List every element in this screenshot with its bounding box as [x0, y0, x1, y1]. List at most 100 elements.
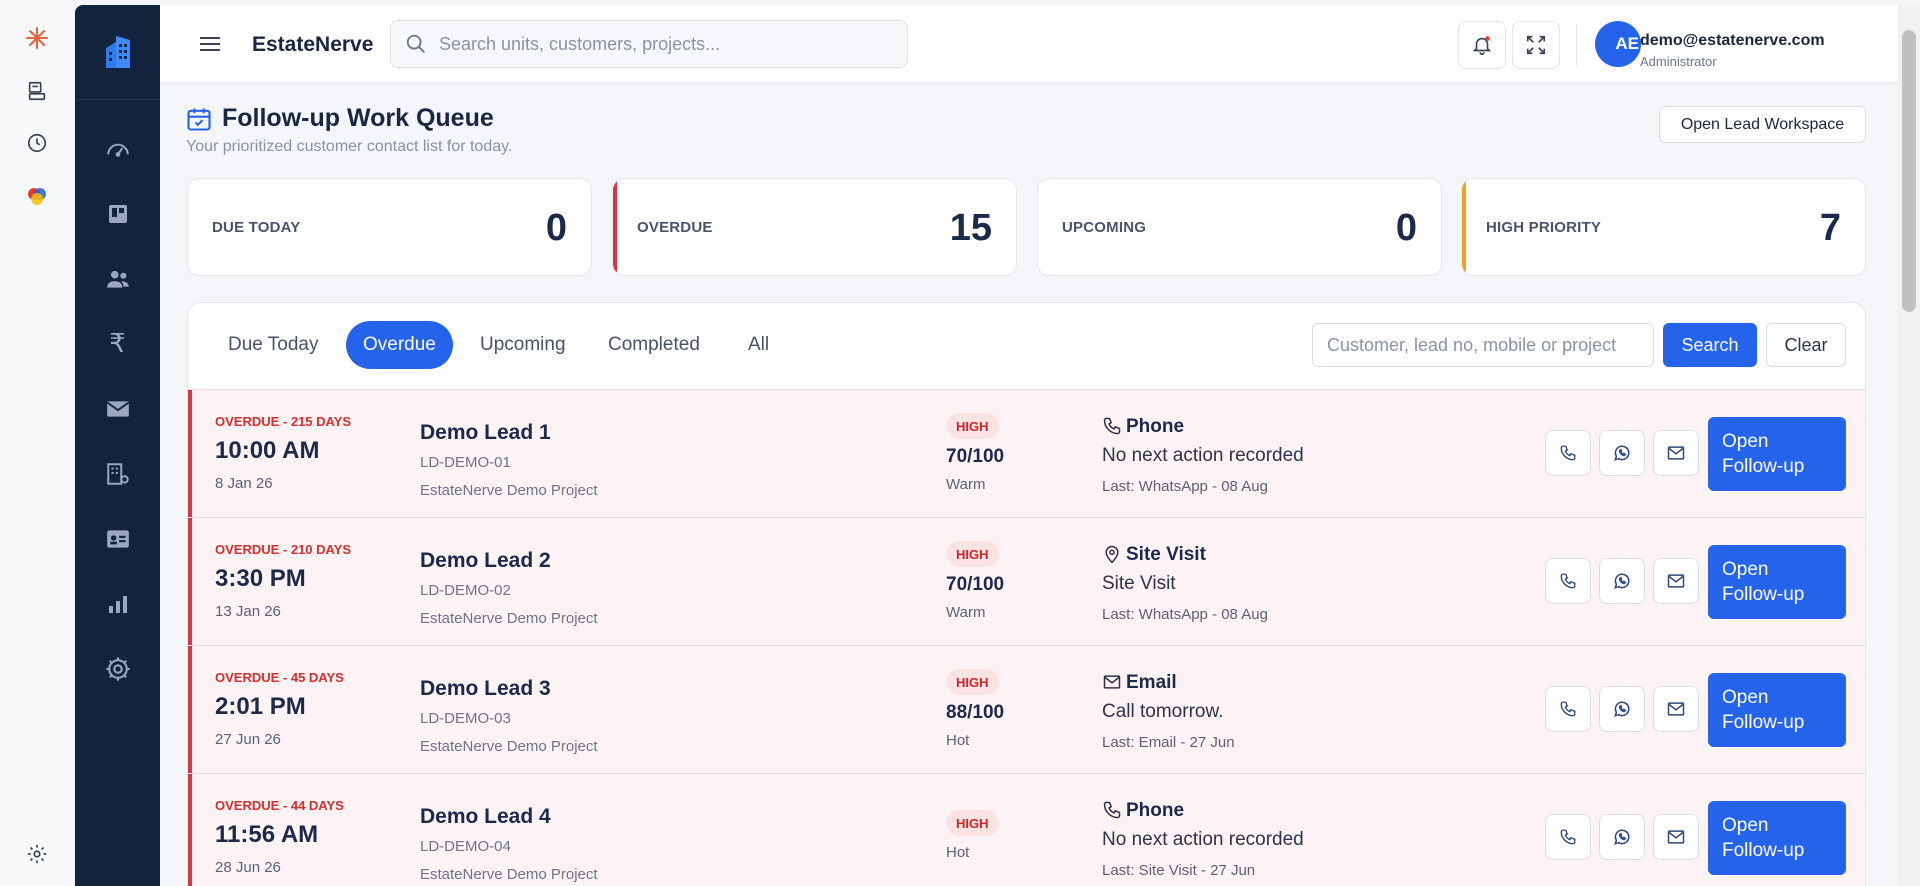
mail-icon [1667, 830, 1685, 844]
email-button[interactable] [1653, 558, 1699, 604]
lead-name[interactable]: Demo Lead 4 [420, 805, 551, 829]
stat-card-upcoming[interactable]: UPCOMING 0 [1037, 178, 1442, 276]
next-action: No next action recorded [1102, 829, 1304, 850]
call-button[interactable] [1545, 814, 1591, 860]
stat-accent-bar [1462, 179, 1466, 275]
stat-card-due-today[interactable]: DUE TODAY 0 [187, 178, 592, 276]
stat-value: 0 [545, 207, 567, 249]
lead-name[interactable]: Demo Lead 1 [420, 421, 551, 445]
call-button[interactable] [1545, 430, 1591, 476]
stat-card-high-priority[interactable]: HIGH PRIORITY 7 [1461, 178, 1866, 276]
open-follow-up-button[interactable]: Open Follow-up [1708, 417, 1846, 491]
whatsapp-button[interactable] [1599, 686, 1645, 732]
table-row[interactable]: OVERDUE - 210 DAYS 3:30 PM 13 Jan 26 Dem… [188, 517, 1865, 645]
phone-icon [1560, 829, 1576, 845]
mail-icon [1667, 446, 1685, 460]
page-scrollbar-thumb[interactable] [1902, 30, 1916, 312]
sidebar-item-properties[interactable] [75, 452, 160, 496]
phone-icon [1560, 445, 1576, 461]
priority-badge: HIGH [946, 541, 999, 567]
color-circles-app-icon[interactable] [23, 182, 51, 210]
lead-name[interactable]: Demo Lead 2 [420, 549, 551, 573]
header-divider [1576, 23, 1577, 67]
tab-all[interactable]: All [731, 321, 786, 369]
open-follow-up-button[interactable]: Open Follow-up [1708, 545, 1846, 619]
email-button[interactable] [1653, 430, 1699, 476]
notifications-button[interactable] [1458, 21, 1506, 69]
priority-badge: HIGH [946, 413, 999, 439]
sidebar-item-dashboard[interactable] [75, 127, 160, 171]
gear-icon [105, 657, 130, 681]
tab-completed[interactable]: Completed [591, 321, 717, 369]
sidebar-item-contacts[interactable] [75, 517, 160, 561]
next-action: Call tomorrow. [1102, 701, 1224, 722]
call-button[interactable] [1545, 558, 1591, 604]
page-title: Follow-up Work Queue [222, 104, 494, 132]
fullscreen-button[interactable] [1512, 21, 1560, 69]
queue-filter-input[interactable] [1312, 323, 1654, 367]
rupee-icon: ₹ [109, 329, 126, 359]
stat-card-overdue[interactable]: OVERDUE 15 [612, 178, 1017, 276]
call-button[interactable] [1545, 686, 1591, 732]
sunburst-app-icon[interactable] [23, 24, 51, 52]
sidebar-item-board[interactable] [75, 192, 160, 236]
phone-icon [1102, 416, 1122, 436]
project-name: EstateNerve Demo Project [420, 610, 598, 627]
building-settings-icon [106, 463, 129, 485]
whatsapp-icon [1614, 829, 1630, 845]
follow-up-date: 8 Jan 26 [215, 475, 273, 492]
phone-icon [1102, 800, 1122, 820]
search-button[interactable]: Search [1663, 323, 1757, 367]
app-rail [0, 0, 75, 886]
clear-button[interactable]: Clear [1766, 323, 1846, 367]
follow-up-time: 3:30 PM [215, 565, 306, 592]
menu-toggle-icon[interactable] [198, 32, 222, 56]
phone-icon [1560, 573, 1576, 589]
lead-name[interactable]: Demo Lead 3 [420, 677, 551, 701]
open-follow-up-button[interactable]: Open Follow-up [1708, 673, 1846, 747]
stat-label: HIGH PRIORITY [1486, 219, 1602, 236]
lead-score: 70/100 [946, 446, 1005, 467]
follow-up-time: 2:01 PM [215, 693, 306, 720]
lead-number: LD-DEMO-02 [420, 582, 511, 599]
tab-overdue[interactable]: Overdue [346, 321, 453, 369]
last-contact: Last: WhatsApp - 08 Aug [1102, 606, 1268, 623]
table-row[interactable]: OVERDUE - 44 DAYS 11:56 AM 28 Jun 26 Dem… [188, 773, 1865, 886]
sidebar-item-customers[interactable] [75, 257, 160, 301]
calendar-check-icon [185, 105, 213, 133]
user-avatar[interactable]: AE [1595, 21, 1641, 67]
lead-number: LD-DEMO-04 [420, 838, 511, 855]
project-name: EstateNerve Demo Project [420, 866, 598, 883]
follow-up-time: 11:56 AM [215, 821, 319, 848]
server-app-icon[interactable] [23, 77, 51, 105]
whatsapp-icon [1614, 445, 1630, 461]
table-row[interactable]: OVERDUE - 45 DAYS 2:01 PM 27 Jun 26 Demo… [188, 645, 1865, 773]
tab-upcoming[interactable]: Upcoming [463, 321, 583, 369]
follow-up-time: 10:00 AM [215, 437, 320, 464]
whatsapp-button[interactable] [1599, 814, 1645, 860]
whatsapp-button[interactable] [1599, 430, 1645, 476]
user-email[interactable]: demo@estatenerve.com [1640, 32, 1825, 50]
sidebar-item-reports[interactable] [75, 582, 160, 626]
open-lead-workspace-button[interactable]: Open Lead Workspace [1659, 106, 1866, 143]
lead-temperature: Hot [946, 732, 970, 749]
stat-value: 0 [1395, 207, 1417, 249]
open-follow-up-button[interactable]: Open Follow-up [1708, 801, 1846, 875]
global-search-input[interactable] [439, 21, 899, 67]
sidebar-item-messages[interactable] [75, 387, 160, 431]
table-row[interactable]: OVERDUE - 215 DAYS 10:00 AM 8 Jan 26 Dem… [188, 389, 1865, 517]
stat-value: 15 [949, 207, 992, 249]
sidebar-item-payments[interactable]: ₹ [75, 322, 160, 366]
overdue-label: OVERDUE - 45 DAYS [215, 670, 344, 685]
whatsapp-button[interactable] [1599, 558, 1645, 604]
project-name: EstateNerve Demo Project [420, 738, 598, 755]
tab-due-today[interactable]: Due Today [211, 321, 336, 369]
clock-icon[interactable] [23, 129, 51, 157]
estatenerve-logo[interactable] [75, 5, 160, 100]
sidebar-item-settings[interactable] [75, 647, 160, 691]
email-button[interactable] [1653, 814, 1699, 860]
email-button[interactable] [1653, 686, 1699, 732]
settings-gear-icon[interactable] [23, 840, 51, 868]
overdue-label: OVERDUE - 215 DAYS [215, 414, 352, 429]
last-contact: Last: Site Visit - 27 Jun [1102, 862, 1256, 879]
